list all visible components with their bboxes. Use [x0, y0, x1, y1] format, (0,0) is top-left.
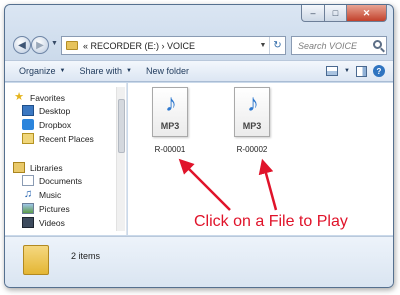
chevron-down-icon: ▼	[126, 68, 132, 74]
sidebar-item-libraries[interactable]: Libraries	[13, 162, 63, 173]
command-bar: Organize ▼ Share with ▼ New folder ▼ ?	[5, 60, 393, 82]
file-name[interactable]: R-00002	[237, 145, 268, 154]
sidebar-item-music[interactable]: ♫ Music	[22, 189, 61, 200]
music-note-icon: ♪	[247, 90, 259, 117]
refresh-icon: ↻	[273, 40, 282, 51]
file-name[interactable]: R-00001	[155, 145, 186, 154]
music-note-icon: ♫	[23, 188, 33, 200]
navigation-scrollbar[interactable]	[116, 87, 125, 231]
minimize-button[interactable]: –	[301, 5, 325, 22]
mp3-file-icon: ♪ MP3	[148, 87, 192, 141]
sidebar-item-label: Pictures	[39, 203, 70, 214]
music-note-icon: ♪	[165, 90, 177, 117]
close-button[interactable]: ✕	[347, 5, 387, 22]
chevron-down-icon: ▼	[59, 68, 66, 74]
forward-button[interactable]: ▶	[31, 36, 49, 54]
file-type-label: MP3	[242, 121, 262, 131]
desktop-icon	[22, 105, 34, 116]
annotation-text: Click on a File to Play	[194, 213, 348, 230]
sidebar-item-label: Desktop	[39, 105, 71, 116]
address-bar[interactable]: « RECORDER (E:) › VOICE ▼ ↻	[61, 36, 286, 55]
file-type-label: MP3	[160, 121, 180, 131]
organize-button[interactable]: Organize ▼	[19, 66, 65, 76]
sidebar-item-label: Recent Places	[39, 133, 94, 144]
sidebar-item-documents[interactable]: Documents	[22, 175, 82, 186]
recent-pages-dropdown[interactable]: ▼	[51, 40, 58, 47]
libraries-icon	[13, 162, 25, 173]
breadcrumb[interactable]: « RECORDER (E:) › VOICE	[83, 41, 195, 51]
folder-icon	[66, 41, 78, 50]
navigation-pane: ★ Favorites Desktop Dropbox Recent Place…	[5, 83, 127, 235]
dropbox-icon	[22, 119, 34, 130]
new-folder-button[interactable]: New folder	[146, 66, 189, 76]
search-icon[interactable]	[373, 40, 382, 49]
sidebar-item-videos[interactable]: Videos	[22, 217, 65, 228]
folder-icon	[23, 245, 49, 275]
sidebar-item-label: Documents	[39, 175, 82, 186]
recent-places-icon	[22, 133, 34, 144]
sidebar-item-label: Dropbox	[39, 119, 72, 130]
back-button[interactable]: ◀	[13, 36, 31, 54]
share-with-button[interactable]: Share with ▼	[79, 66, 131, 76]
arrow-right-icon: ▶	[36, 39, 44, 51]
sidebar-item-label: Favorites	[30, 92, 65, 103]
sidebar-item-recent-places[interactable]: Recent Places	[22, 133, 94, 144]
explorer-window: – □ ✕ ◀ ▶ ▼ « RECORDER (E:) › VOICE ▼ ↻ …	[4, 4, 394, 288]
sidebar-item-pictures[interactable]: Pictures	[22, 203, 70, 214]
sidebar-item-label: Libraries	[30, 162, 63, 173]
refresh-button[interactable]: ↻	[269, 37, 285, 54]
item-count: 2 items	[71, 251, 101, 261]
sidebar-item-desktop[interactable]: Desktop	[22, 105, 70, 116]
sidebar-item-dropbox[interactable]: Dropbox	[22, 119, 71, 130]
preview-pane-icon[interactable]	[356, 65, 367, 77]
help-icon[interactable]: ?	[373, 65, 385, 77]
organize-label: Organize	[19, 66, 56, 76]
sidebar-item-label: Videos	[39, 217, 65, 228]
details-pane: 2 items	[5, 236, 393, 287]
file-item[interactable]: ♪ MP3 R-00001	[142, 87, 198, 154]
sidebar-item-label: Music	[39, 189, 62, 200]
documents-icon	[22, 175, 34, 186]
star-icon: ★	[14, 91, 24, 103]
address-dropdown-icon[interactable]: ▼	[257, 42, 269, 49]
search-input[interactable]: Search VOICE	[291, 36, 387, 55]
share-with-label: Share with	[79, 66, 123, 76]
scrollbar-thumb[interactable]	[118, 99, 125, 153]
caption-buttons: – □ ✕	[301, 5, 387, 22]
pictures-icon	[22, 203, 34, 214]
arrow-left-icon: ◀	[18, 39, 26, 51]
maximize-button[interactable]: □	[325, 5, 347, 22]
view-dropdown-icon[interactable]: ▼	[344, 68, 350, 74]
search-placeholder: Search VOICE	[298, 40, 358, 51]
change-view-icon[interactable]	[326, 66, 339, 76]
mp3-file-icon: ♪ MP3	[230, 87, 274, 141]
sidebar-item-favorites[interactable]: ★ Favorites	[13, 92, 65, 103]
videos-icon	[22, 217, 34, 228]
file-item[interactable]: ♪ MP3 R-00002	[224, 87, 280, 154]
new-folder-label: New folder	[145, 66, 189, 76]
